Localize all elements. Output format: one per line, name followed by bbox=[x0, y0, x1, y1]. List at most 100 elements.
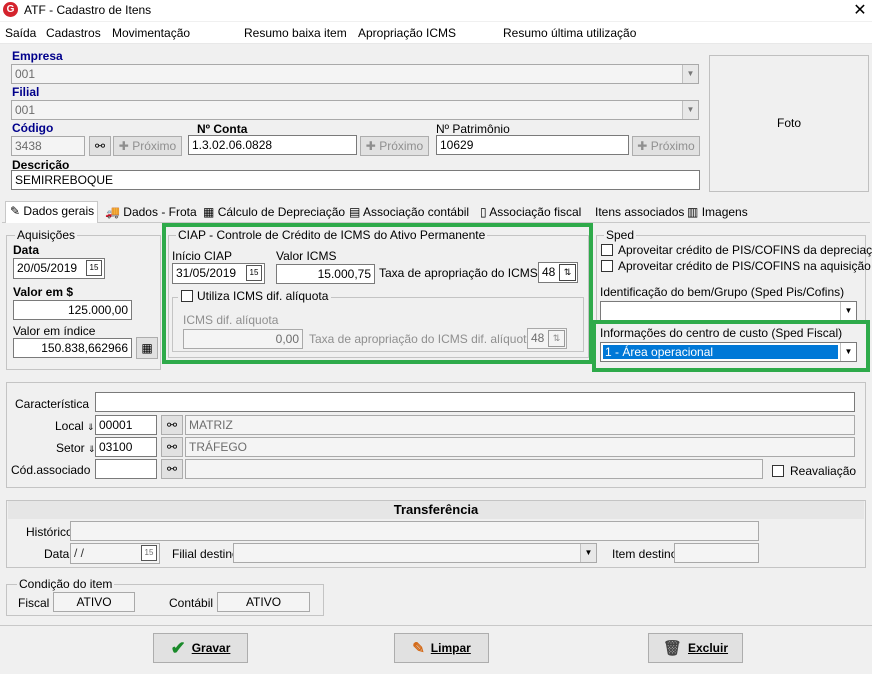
chevron-down-icon[interactable]: ▼ bbox=[580, 544, 596, 562]
historico-label: Histórico bbox=[26, 525, 73, 539]
tab-itens-associados[interactable]: Itens associados bbox=[591, 203, 688, 223]
excluir-button[interactable]: 🗑 Excluir bbox=[648, 633, 743, 663]
binoculars-icon[interactable]: ⚯ bbox=[161, 415, 183, 435]
utiliza-dif-checkbox[interactable] bbox=[181, 290, 193, 302]
gravar-button[interactable]: ✔ Gravar bbox=[153, 633, 248, 663]
menu-cadastros[interactable]: Cadastros bbox=[46, 26, 101, 40]
dif-input[interactable]: 0,00 bbox=[183, 329, 303, 349]
trash-icon: 🗑 bbox=[662, 640, 682, 657]
item-destino-input[interactable] bbox=[674, 543, 759, 563]
empresa-label: Empresa bbox=[12, 49, 63, 63]
calendar-icon[interactable]: 15 bbox=[246, 265, 262, 281]
chevron-down-icon[interactable]: ▼ bbox=[840, 302, 856, 320]
aprov1-row[interactable]: Aproveitar crédito de PIS/COFINS da depr… bbox=[601, 243, 872, 257]
foto-label: Foto bbox=[776, 116, 801, 130]
menu-bar: Saída Cadastros Movimentação Resumo baix… bbox=[0, 22, 872, 44]
ciap-title: CIAP - Controle de Crédito de ICMS do At… bbox=[176, 228, 488, 242]
utiliza-dif-label: Utiliza ICMS dif. alíquota bbox=[197, 289, 329, 303]
codigo-label: Código bbox=[12, 121, 54, 135]
chevron-down-icon[interactable]: ▼ bbox=[682, 65, 698, 83]
transf-data-input[interactable]: / / 15 bbox=[70, 543, 160, 564]
conta-proximo-button[interactable]: ✚ Próximo bbox=[360, 136, 429, 156]
caracteristica-input[interactable] bbox=[95, 392, 855, 412]
ident-combo[interactable]: ▼ bbox=[600, 301, 857, 321]
reavaliacao-row[interactable]: Reavaliação bbox=[772, 464, 856, 478]
codigo-input[interactable]: 3438 bbox=[11, 136, 85, 156]
taxa-dif-label: Taxa de apropriação do ICMS dif. alíquot… bbox=[309, 332, 547, 346]
cod-associado-input[interactable] bbox=[95, 459, 157, 479]
reavaliacao-checkbox[interactable] bbox=[772, 465, 784, 477]
aprov2-row[interactable]: Aproveitar crédito de PIS/COFINS na aqui… bbox=[601, 259, 871, 273]
menu-saida[interactable]: Saída bbox=[5, 26, 36, 40]
tab-imagens[interactable]: ▥ Imagens bbox=[683, 203, 752, 223]
binoculars-icon[interactable]: ⚯ bbox=[161, 437, 183, 457]
binoculars-icon[interactable]: ⚯ bbox=[161, 459, 183, 479]
valor-icms-input[interactable]: 15.000,75 bbox=[276, 264, 375, 284]
reavaliacao-label: Reavaliação bbox=[790, 464, 857, 478]
spinner-arrows-icon[interactable]: ⇅ bbox=[548, 330, 565, 347]
taxa-spinner[interactable]: 48 ⇅ bbox=[538, 262, 578, 283]
patrimonio-proximo-button[interactable]: ✚ Próximo bbox=[632, 136, 700, 156]
menu-resumo-baixa[interactable]: Resumo baixa item bbox=[244, 26, 347, 40]
centro-combo[interactable]: 1 - Área operacional ▼ bbox=[600, 342, 857, 362]
dif-label: ICMS dif. alíquota bbox=[183, 313, 279, 327]
fiscal-label: Fiscal : bbox=[18, 596, 57, 610]
tab-calculo-depreciacao[interactable]: ▦ Cálculo de Depreciação bbox=[199, 203, 349, 223]
local-label: Local ⇓ bbox=[55, 419, 95, 433]
spinner-arrows-icon[interactable]: ⇅ bbox=[559, 264, 576, 281]
close-icon[interactable]: ✕ bbox=[850, 0, 870, 20]
setor-name-field: TRÁFEGO bbox=[185, 437, 855, 457]
calculator-icon[interactable]: ▦ bbox=[136, 337, 158, 359]
valor-label: Valor em $ bbox=[13, 285, 74, 299]
empresa-combo[interactable]: 001 ▼ bbox=[11, 64, 699, 84]
tab-dados-frota[interactable]: 🚚 Dados - Frota bbox=[101, 203, 201, 223]
descricao-input[interactable]: SEMIRREBOQUE bbox=[11, 170, 700, 190]
tab-dados-gerais[interactable]: ✎ Dados gerais bbox=[5, 201, 98, 223]
valor-input[interactable]: 125.000,00 bbox=[13, 300, 132, 320]
centro-value: 1 - Área operacional bbox=[603, 345, 838, 359]
calendar-icon[interactable]: 15 bbox=[141, 545, 157, 561]
pencil-icon: ✎ bbox=[10, 204, 21, 218]
indice-input[interactable]: 150.838,662966 bbox=[13, 338, 132, 358]
caracteristica-label: Característica bbox=[15, 397, 90, 411]
foto-panel[interactable]: Foto bbox=[709, 55, 869, 192]
setor-code-input[interactable]: 03100 bbox=[95, 437, 157, 457]
chevron-down-icon[interactable]: ▼ bbox=[840, 343, 856, 361]
centro-label: Informações do centro de custo (Sped Fis… bbox=[600, 326, 843, 340]
calendar-icon[interactable]: 15 bbox=[86, 260, 102, 276]
codigo-proximo-button[interactable]: ✚ Próximo bbox=[113, 136, 182, 156]
aprov2-checkbox[interactable] bbox=[601, 260, 613, 272]
chevron-down-icon[interactable]: ▼ bbox=[682, 101, 698, 119]
menu-movimentacao[interactable]: Movimentação bbox=[112, 26, 190, 40]
truck-icon: 🚚 bbox=[105, 205, 120, 219]
binoculars-icon[interactable]: ⚯ bbox=[89, 136, 111, 156]
inicio-ciap-input[interactable]: 31/05/2019 15 bbox=[172, 263, 265, 284]
cod-associado-name bbox=[185, 459, 763, 479]
local-code-input[interactable]: 00001 bbox=[95, 415, 157, 435]
patrimonio-input[interactable]: 10629 bbox=[436, 135, 629, 155]
calendar-icon: ▤ bbox=[349, 205, 361, 219]
historico-input[interactable] bbox=[70, 521, 759, 541]
filial-label: Filial bbox=[12, 85, 40, 99]
filial-combo[interactable]: 001 ▼ bbox=[11, 100, 699, 120]
filial-destino-combo[interactable]: ▼ bbox=[233, 543, 597, 563]
limpar-button[interactable]: ✎ Limpar bbox=[394, 633, 489, 663]
proximo-label: Próximo bbox=[650, 139, 695, 153]
taxa-dif-spinner[interactable]: 48 ⇅ bbox=[527, 328, 567, 349]
book-icon: ▥ bbox=[687, 205, 699, 219]
transferencia-title: Transferência bbox=[8, 501, 864, 519]
eraser-icon: ✎ bbox=[412, 640, 425, 657]
menu-apropriacao-icms[interactable]: Apropriação ICMS bbox=[358, 26, 456, 40]
aprov1-checkbox[interactable] bbox=[601, 244, 613, 256]
valor-icms-label: Valor ICMS bbox=[276, 249, 337, 263]
menu-resumo-utilizacao[interactable]: Resumo última utilização bbox=[503, 26, 636, 40]
conta-input[interactable]: 1.3.02.06.0828 bbox=[188, 135, 357, 155]
data-label: Data bbox=[13, 243, 40, 257]
data-aquisicao-input[interactable]: 20/05/2019 15 bbox=[13, 258, 105, 279]
aprov2-label: Aproveitar crédito de PIS/COFINS na aqui… bbox=[618, 259, 871, 273]
tab-associacao-contabil[interactable]: ▤ Associação contábil bbox=[345, 203, 473, 223]
tab-associacao-fiscal[interactable]: ▯ Associação fiscal bbox=[476, 203, 585, 223]
bottom-divider bbox=[0, 625, 872, 626]
transf-data-label: Data bbox=[44, 547, 70, 561]
utiliza-dif-checkbox-row[interactable]: Utiliza ICMS dif. alíquota bbox=[178, 289, 332, 303]
